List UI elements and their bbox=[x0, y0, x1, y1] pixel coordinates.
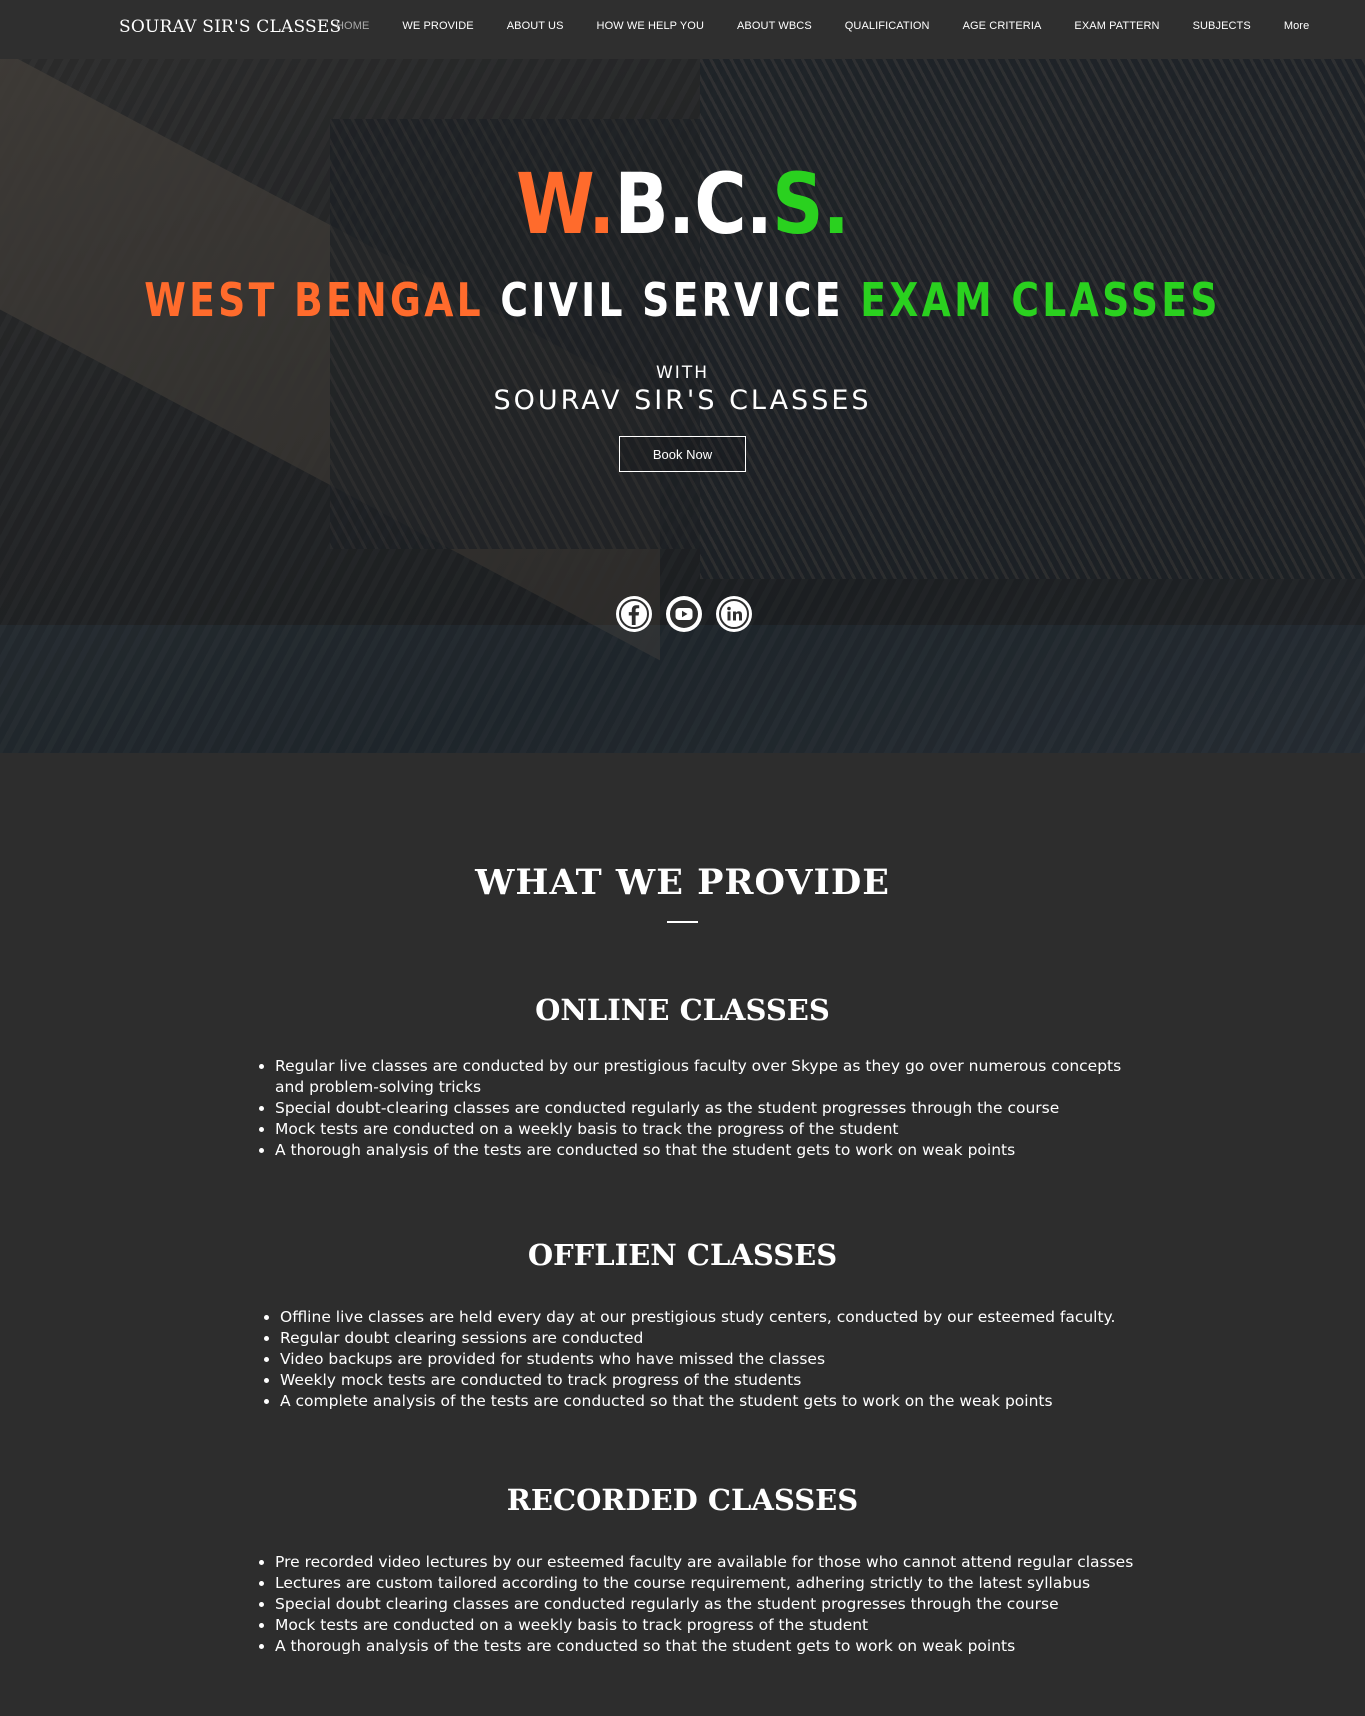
nav-item-we-provide[interactable]: WE PROVIDE bbox=[402, 20, 473, 32]
youtube-icon[interactable] bbox=[666, 596, 702, 632]
linkedin-icon[interactable] bbox=[716, 596, 752, 632]
main-nav: HOME WE PROVIDE ABOUT US HOW WE HELP YOU… bbox=[336, 20, 1342, 32]
book-now-button[interactable]: Book Now bbox=[619, 436, 746, 472]
list-item: Mock tests are conducted on a weekly bas… bbox=[275, 1615, 1155, 1636]
list-item: Offline live classes are held every day … bbox=[280, 1307, 1160, 1328]
online-classes-title: ONLINE CLASSES bbox=[535, 993, 830, 1027]
offline-classes-list: Offline live classes are held every day … bbox=[260, 1307, 1160, 1412]
recorded-classes-title: RECORDED CLASSES bbox=[506, 1483, 859, 1517]
list-item: Video backups are provided for students … bbox=[280, 1349, 1160, 1370]
hero-sub-brand: SOURAV SIR'S CLASSES bbox=[493, 385, 872, 416]
site-header: SOURAV SIR'S CLASSES HOME WE PROVIDE ABO… bbox=[0, 0, 1365, 59]
list-item: Special doubt-clearing classes are condu… bbox=[275, 1098, 1137, 1119]
nav-item-qualification[interactable]: QUALIFICATION bbox=[845, 20, 930, 32]
tagline-part-exam-classes: EXAM CLASSES bbox=[860, 273, 1221, 327]
hero-with-label: WITH bbox=[656, 363, 709, 383]
nav-item-exam-pattern[interactable]: EXAM PATTERN bbox=[1074, 20, 1159, 32]
tagline-part-west-bengal: WEST BENGAL bbox=[144, 273, 501, 327]
title-divider bbox=[667, 921, 698, 923]
nav-item-home[interactable]: HOME bbox=[336, 20, 369, 32]
list-item: Lectures are custom tailored according t… bbox=[275, 1573, 1155, 1594]
list-item: A thorough analysis of the tests are con… bbox=[275, 1140, 1137, 1161]
list-item: Mock tests are conducted on a weekly bas… bbox=[275, 1119, 1137, 1140]
online-classes-list: Regular live classes are conducted by ou… bbox=[255, 1056, 1137, 1161]
logo-letters-bc: B.C. bbox=[614, 155, 773, 253]
tagline-part-civil-service: CIVIL SERVICE bbox=[500, 273, 861, 327]
hero-tagline: WEST BENGAL CIVIL SERVICE EXAM CLASSES bbox=[123, 273, 1242, 327]
logo-letter-s: S. bbox=[772, 155, 850, 253]
hero-logo-title: W.B.C.S. bbox=[102, 155, 1262, 253]
nav-item-subjects[interactable]: SUBJECTS bbox=[1193, 20, 1251, 32]
hero-content: W.B.C.S. WEST BENGAL CIVIL SERVICE EXAM … bbox=[0, 59, 1365, 753]
list-item: Regular doubt clearing sessions are cond… bbox=[280, 1328, 1160, 1349]
facebook-icon[interactable] bbox=[616, 596, 652, 632]
nav-item-about-wbcs[interactable]: ABOUT WBCS bbox=[737, 20, 812, 32]
hero-section: W.B.C.S. WEST BENGAL CIVIL SERVICE EXAM … bbox=[0, 59, 1365, 753]
section-title: WHAT WE PROVIDE bbox=[475, 862, 890, 903]
list-item: Regular live classes are conducted by ou… bbox=[275, 1056, 1137, 1098]
list-item: A complete analysis of the tests are con… bbox=[280, 1391, 1160, 1412]
site-brand[interactable]: SOURAV SIR'S CLASSES bbox=[119, 17, 341, 37]
list-item: Special doubt clearing classes are condu… bbox=[275, 1594, 1155, 1615]
offline-classes-title: OFFLIEN CLASSES bbox=[527, 1238, 838, 1272]
list-item: Weekly mock tests are conducted to track… bbox=[280, 1370, 1160, 1391]
social-links bbox=[616, 596, 766, 632]
nav-item-about-us[interactable]: ABOUT US bbox=[507, 20, 564, 32]
nav-item-more[interactable]: More bbox=[1284, 20, 1309, 32]
list-item: Pre recorded video lectures by our estee… bbox=[275, 1552, 1155, 1573]
nav-item-how-we-help-you[interactable]: HOW WE HELP YOU bbox=[597, 20, 704, 32]
list-item: A thorough analysis of the tests are con… bbox=[275, 1636, 1155, 1657]
recorded-classes-list: Pre recorded video lectures by our estee… bbox=[255, 1552, 1155, 1657]
nav-item-age-criteria[interactable]: AGE CRITERIA bbox=[963, 20, 1042, 32]
logo-letter-w: W. bbox=[516, 155, 615, 253]
